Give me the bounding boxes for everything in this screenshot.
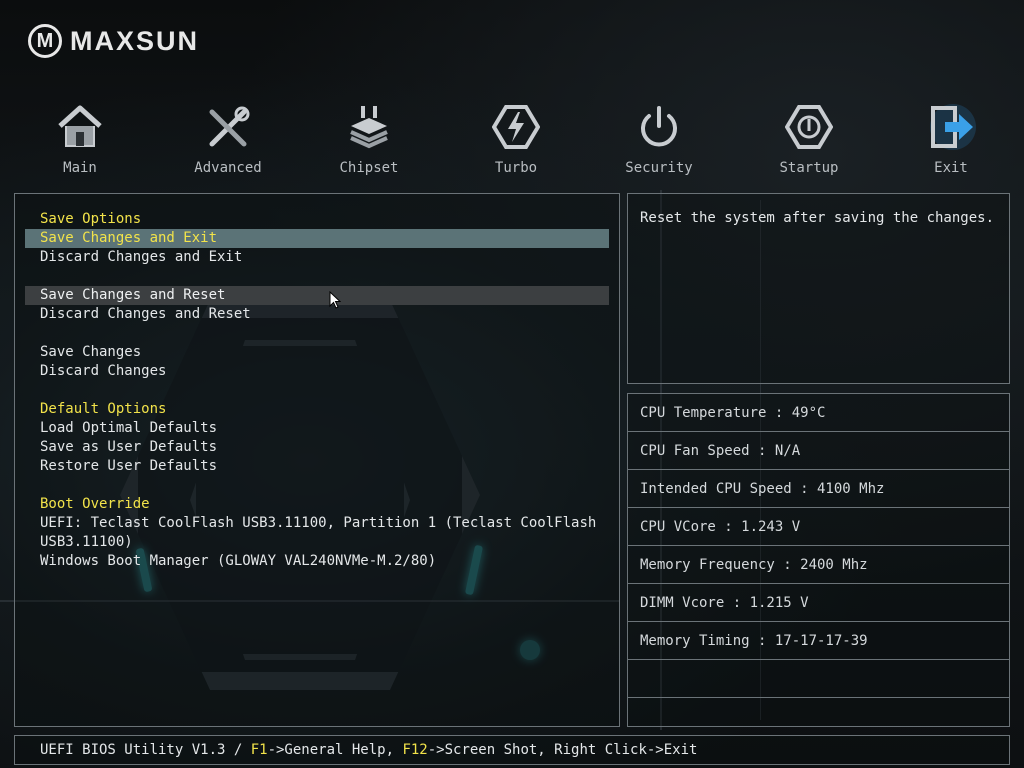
tab-startup[interactable]: Startup bbox=[754, 100, 864, 176]
help-text: Reset the system after saving the change… bbox=[640, 210, 995, 226]
logo-mark-icon: M bbox=[28, 24, 62, 58]
tab-main[interactable]: Main bbox=[25, 100, 135, 176]
exit-options-panel: Save Options Save Changes and Exit Disca… bbox=[14, 193, 620, 727]
tab-turbo[interactable]: Turbo bbox=[461, 100, 571, 176]
menu-item-load-optimal-defaults[interactable]: Load Optimal Defaults bbox=[25, 419, 609, 438]
section-save-options: Save Options bbox=[40, 211, 142, 227]
tab-security[interactable]: Security bbox=[604, 100, 714, 176]
home-icon bbox=[25, 100, 135, 154]
tab-advanced[interactable]: Advanced bbox=[173, 100, 283, 176]
info-row-empty bbox=[628, 660, 1009, 698]
power-icon bbox=[604, 100, 714, 154]
logo-text: MAXSUN bbox=[70, 25, 200, 56]
hardware-info-panel: CPU Temperature : 49°C CPU Fan Speed : N… bbox=[627, 393, 1010, 727]
tab-label: Security bbox=[625, 160, 693, 176]
f1-key: F1 bbox=[250, 742, 268, 758]
boot-option-uefi-usb[interactable]: UEFI: Teclast CoolFlash USB3.11100, Part… bbox=[25, 514, 609, 533]
maxsun-logo: M MAXSUN bbox=[28, 24, 199, 58]
section-default-options: Default Options bbox=[40, 401, 167, 417]
dimm-vcore: DIMM Vcore : 1.215 V bbox=[628, 584, 1009, 622]
cpu-fan-speed: CPU Fan Speed : N/A bbox=[628, 432, 1009, 470]
cpu-vcore: CPU VCore : 1.243 V bbox=[628, 508, 1009, 546]
footer-bar: UEFI BIOS Utility V1.3 / F1->General Hel… bbox=[14, 735, 1010, 765]
top-navigation: Main Advanced Chipset Turbo Security Sta… bbox=[0, 100, 1024, 184]
cpu-temperature: CPU Temperature : 49°C bbox=[628, 394, 1009, 432]
tab-exit[interactable]: Exit bbox=[896, 100, 1006, 176]
boot-option-uefi-usb-continued[interactable]: USB3.11100) bbox=[25, 533, 609, 552]
tab-label: Exit bbox=[934, 160, 968, 176]
menu-item-save-changes-and-exit[interactable]: Save Changes and Exit bbox=[25, 229, 609, 248]
tab-label: Turbo bbox=[494, 160, 538, 176]
menu-item-save-changes[interactable]: Save Changes bbox=[25, 343, 609, 362]
intended-cpu-speed: Intended CPU Speed : 4100 Mhz bbox=[628, 470, 1009, 508]
f12-help: ->Screen Shot, Right Click->Exit bbox=[427, 742, 698, 758]
boot-option-windows-boot-manager[interactable]: Windows Boot Manager (GLOWAY VAL240NVMe-… bbox=[25, 552, 609, 571]
f1-help: ->General Help, bbox=[267, 742, 403, 758]
chip-icon bbox=[314, 100, 424, 154]
tools-icon bbox=[173, 100, 283, 154]
help-panel: Reset the system after saving the change… bbox=[627, 193, 1010, 384]
tab-label: Startup bbox=[779, 160, 839, 176]
tab-label: Chipset bbox=[339, 160, 399, 176]
menu-item-restore-user-defaults[interactable]: Restore User Defaults bbox=[25, 457, 609, 476]
footer-text: UEFI BIOS Utility V1.3 / F1->General Hel… bbox=[40, 742, 697, 758]
tab-chipset[interactable]: Chipset bbox=[314, 100, 424, 176]
footer-prefix: UEFI BIOS Utility V1.3 / bbox=[40, 742, 251, 758]
section-boot-override: Boot Override bbox=[40, 496, 150, 512]
menu-item-discard-changes-and-reset[interactable]: Discard Changes and Reset bbox=[25, 305, 609, 324]
tab-label: Advanced bbox=[194, 160, 262, 176]
startup-icon bbox=[754, 100, 864, 154]
tab-label: Main bbox=[63, 160, 97, 176]
memory-frequency: Memory Frequency : 2400 Mhz bbox=[628, 546, 1009, 584]
f12-key: F12 bbox=[402, 742, 428, 758]
turbo-icon bbox=[461, 100, 571, 154]
menu-item-save-changes-and-reset[interactable]: Save Changes and Reset bbox=[25, 286, 609, 305]
menu-item-save-as-user-defaults[interactable]: Save as User Defaults bbox=[25, 438, 609, 457]
menu-item-discard-changes-and-exit[interactable]: Discard Changes and Exit bbox=[25, 248, 609, 267]
menu-item-discard-changes[interactable]: Discard Changes bbox=[25, 362, 609, 381]
mouse-cursor-icon bbox=[329, 290, 342, 313]
memory-timing: Memory Timing : 17-17-17-39 bbox=[628, 622, 1009, 660]
exit-icon bbox=[896, 100, 1006, 154]
